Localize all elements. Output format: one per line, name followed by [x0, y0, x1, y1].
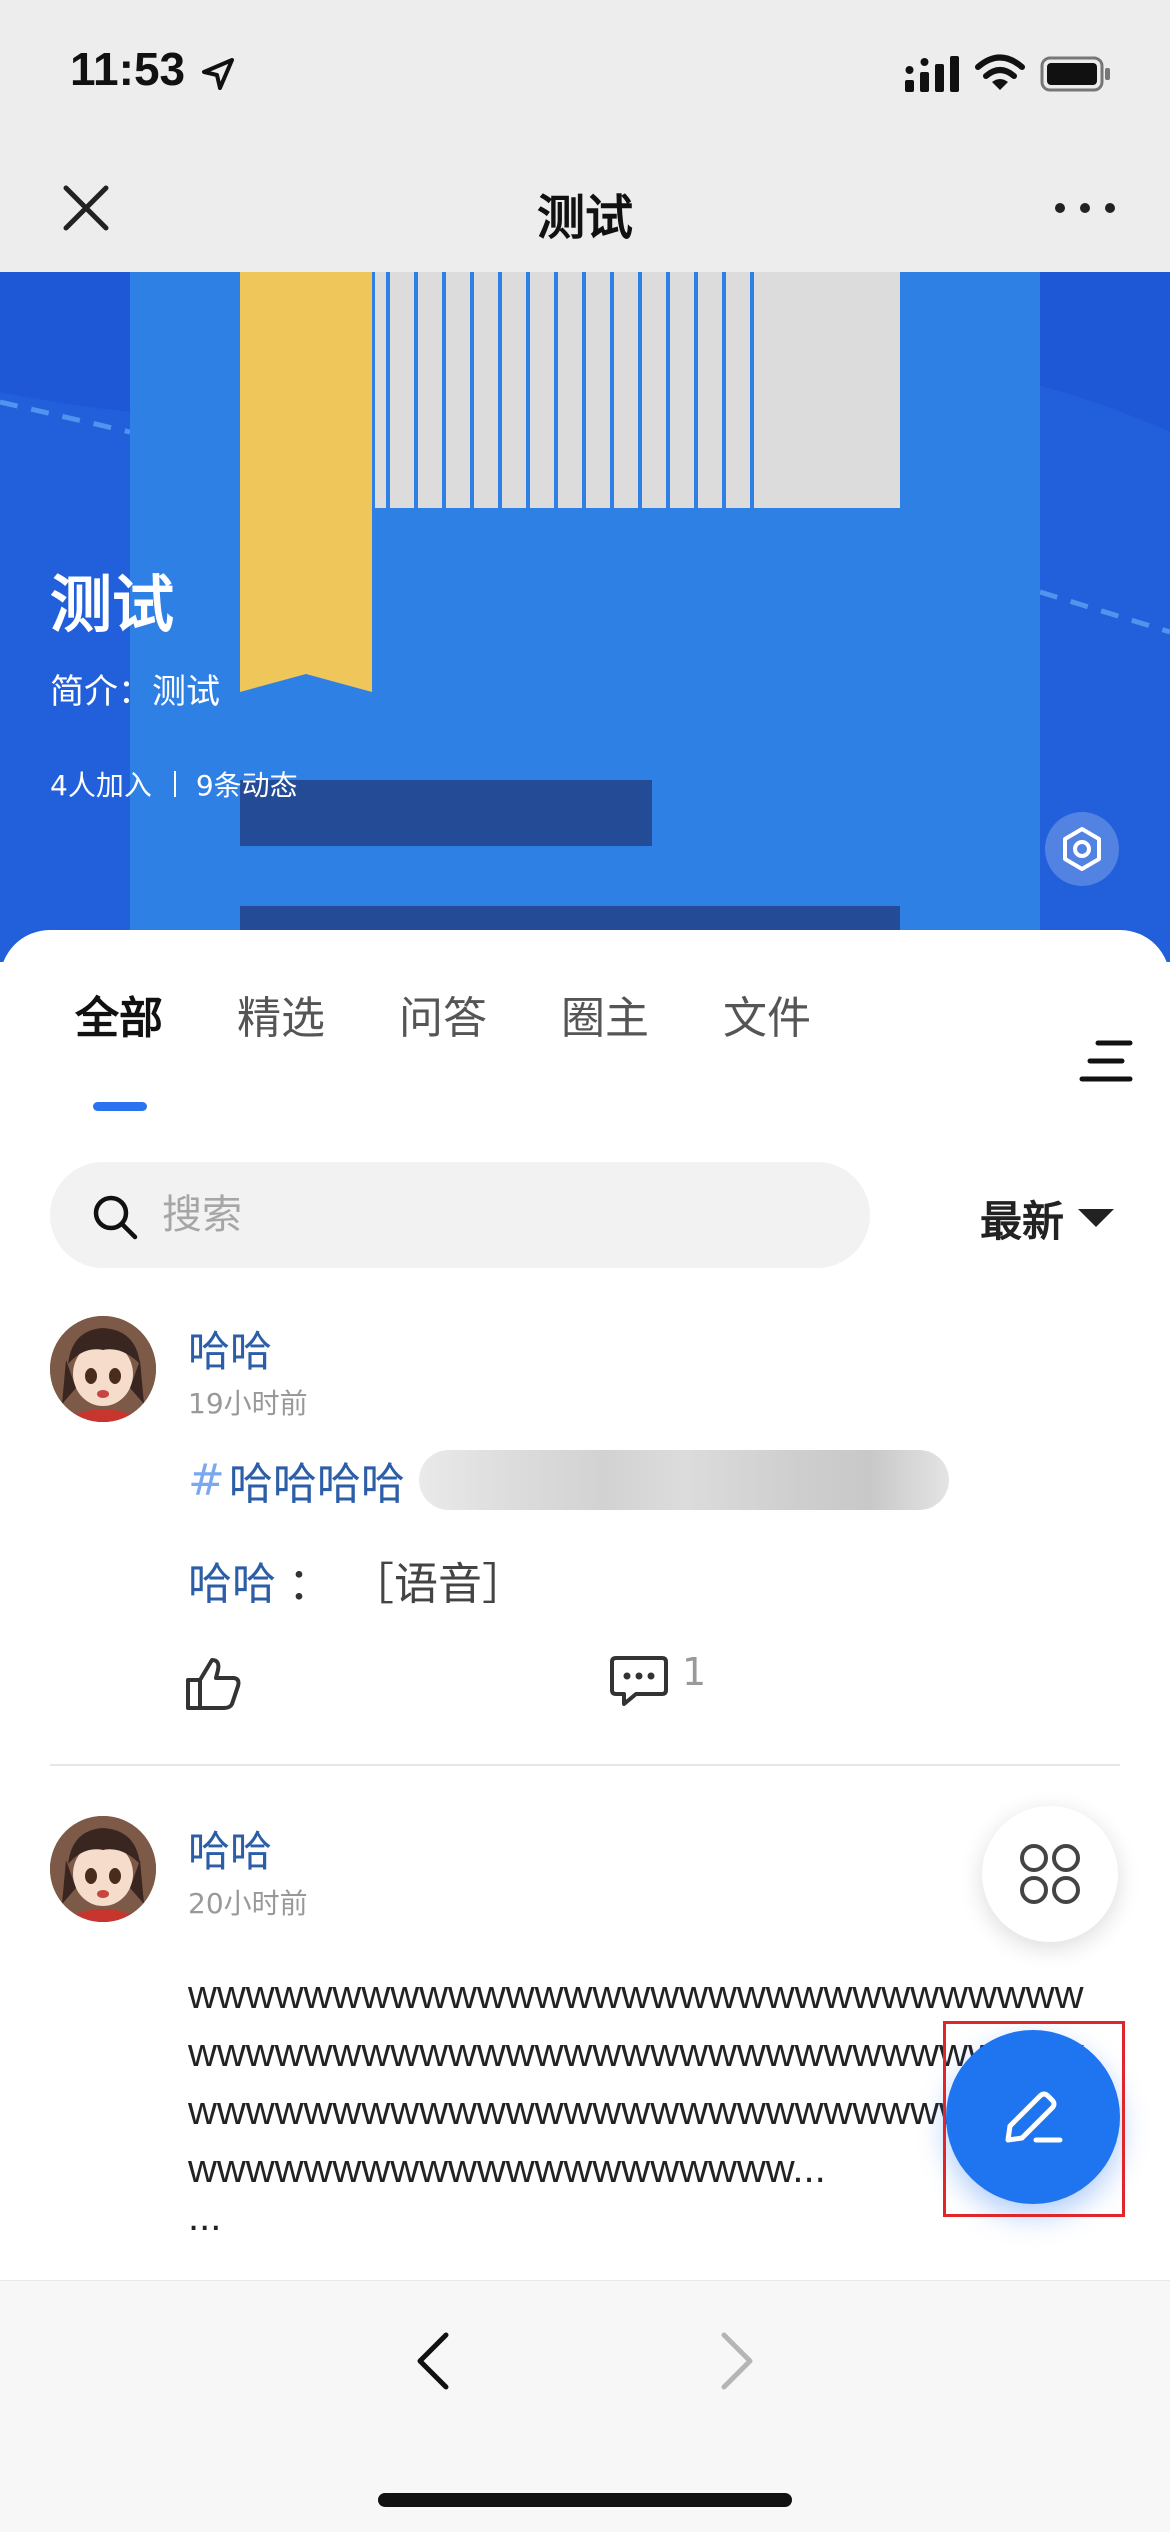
banner-illustration [0, 272, 1170, 962]
member-count: 4人加入 [50, 769, 152, 802]
post-time: 20小时前 [188, 1887, 308, 1920]
more-icon[interactable] [1050, 178, 1120, 238]
reply-author: 哈哈 [188, 1559, 276, 1610]
sort-label: 最新 [980, 1196, 1065, 1246]
stats-divider [173, 771, 176, 797]
comment-count: 1 [682, 1650, 707, 1694]
tab-bar: 全部 精选 问答 圈主 文件 [0, 982, 1170, 1111]
cellular-signal-icon [905, 56, 959, 92]
circle-description: 简介：测试 [50, 672, 220, 712]
highlight-box [943, 2021, 1125, 2217]
tab-all[interactable]: 全部 [75, 982, 163, 1046]
settings-button[interactable] [1045, 812, 1119, 886]
thumbs-up-icon[interactable] [184, 1654, 242, 1712]
home-indicator [378, 2493, 792, 2507]
search-input[interactable] [162, 1186, 812, 1244]
anime-avatar-image [50, 1816, 156, 1922]
blurred-content [418, 1450, 949, 1510]
settings-hex-icon [1063, 827, 1101, 871]
author-name[interactable]: 哈哈 [188, 1818, 272, 1879]
post-item[interactable]: 哈哈 19小时前 # 哈哈哈哈 哈哈 ： ［语音］ 1 [0, 1316, 1170, 1710]
reply-preview[interactable]: 哈哈 ： ［语音］ [188, 1548, 526, 1612]
active-tab-indicator [93, 1102, 147, 1111]
status-time: 11:53 [70, 43, 186, 95]
four-leaf-grid-icon [1020, 1844, 1080, 1904]
circle-banner: 测试 简介：测试 4人加入 9条动态 [0, 272, 1170, 962]
anime-avatar-image [50, 1316, 156, 1422]
avatar[interactable] [50, 1316, 156, 1422]
topic-hash: # [188, 1454, 225, 1506]
battery-icon [1040, 56, 1110, 92]
tab-featured[interactable]: 精选 [237, 982, 325, 1046]
bottom-nav-bar [0, 2280, 1170, 2532]
post-time: 19小时前 [188, 1387, 308, 1420]
circle-stats: 4人加入 9条动态 [50, 764, 298, 804]
nav-bar: 测试 [0, 150, 1170, 272]
sort-dropdown[interactable]: 最新 [980, 1188, 1115, 1248]
search-icon [93, 1195, 138, 1240]
reply-text: ［语音］ [350, 1559, 526, 1610]
circle-title: 测试 [50, 568, 175, 641]
search-bar[interactable] [50, 1162, 870, 1268]
forward-arrow-icon[interactable] [718, 2329, 758, 2393]
menu-lines-icon[interactable] [1078, 1037, 1134, 1085]
tab-files[interactable]: 文件 [723, 982, 811, 1046]
location-arrow-icon [202, 58, 234, 90]
author-name[interactable]: 哈哈 [188, 1318, 272, 1379]
page-title: 测试 [536, 190, 633, 246]
back-arrow-icon[interactable] [412, 2329, 452, 2393]
reply-colon: ： [288, 1559, 332, 1610]
avatar[interactable] [50, 1816, 156, 1922]
status-bar: 11:53 [0, 0, 1170, 150]
topic-name: 哈哈哈哈 [228, 1459, 405, 1510]
post-count: 9条动态 [195, 769, 298, 802]
topic-tag[interactable]: # 哈哈哈哈 [188, 1448, 949, 1512]
post-divider [50, 1764, 1120, 1766]
wifi-icon [975, 54, 1025, 90]
caret-down-icon [1078, 1209, 1115, 1227]
tab-qa[interactable]: 问答 [399, 982, 487, 1046]
tab-owner[interactable]: 圈主 [561, 982, 649, 1046]
comment-icon[interactable] [610, 1654, 668, 1708]
quick-menu-button[interactable] [982, 1806, 1118, 1942]
